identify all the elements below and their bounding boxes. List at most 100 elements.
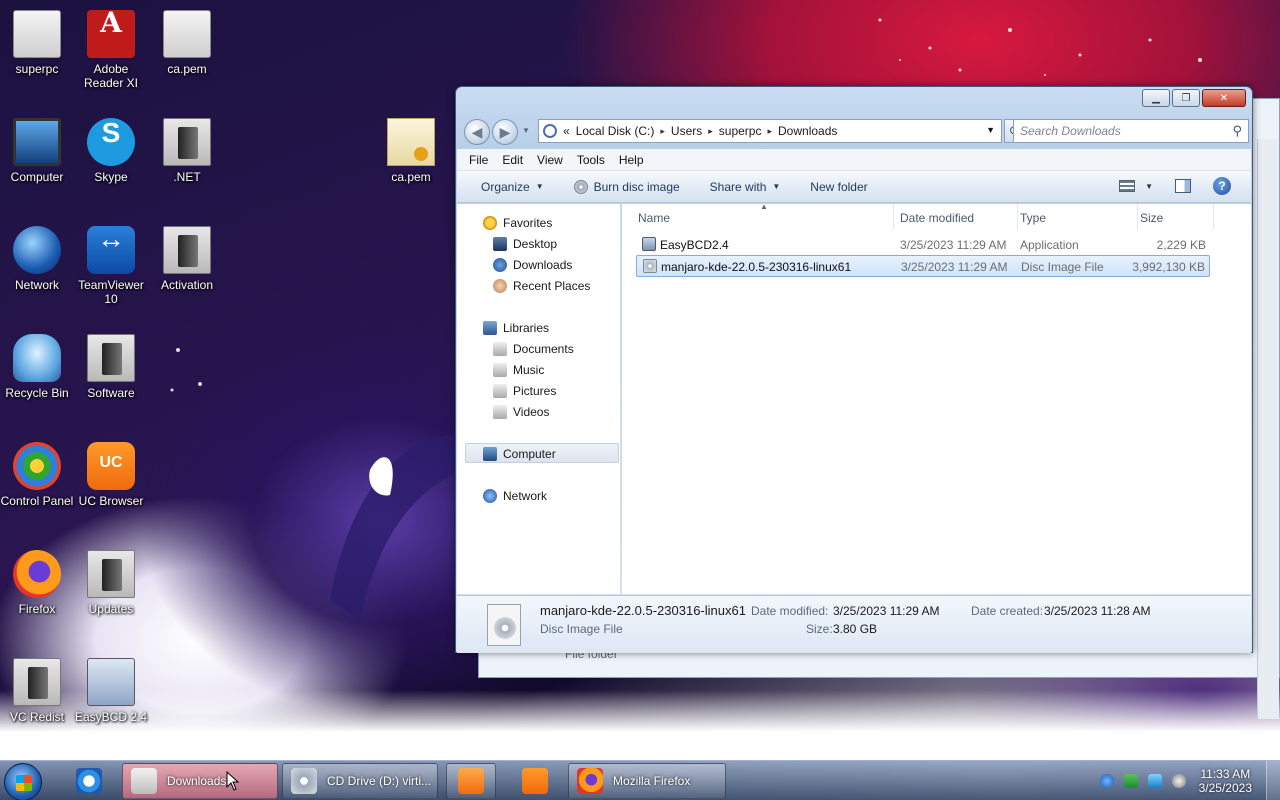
network-icon xyxy=(483,489,497,503)
menu-tools[interactable]: Tools xyxy=(577,153,605,167)
share-with-button[interactable]: Share with ▼ xyxy=(710,180,781,194)
forward-button[interactable]: ▶ xyxy=(492,119,518,145)
address-bar[interactable]: « Local Disk (C:) ▸ Users ▸ superpc ▸ Do… xyxy=(538,119,1002,143)
minimize-button[interactable]: ▁ xyxy=(1142,89,1170,107)
help-icon[interactable]: ? xyxy=(1213,177,1231,195)
nav-item-desktop[interactable]: Desktop xyxy=(493,235,557,253)
recent-places-icon xyxy=(493,279,507,293)
preview-pane-icon[interactable] xyxy=(1175,179,1191,193)
desktop-icon-vc-redist[interactable]: VC Redist xyxy=(0,658,74,724)
search-input[interactable]: Search Downloads ⚲ xyxy=(1013,119,1249,143)
desktop-icon-uc-browser[interactable]: UC Browser xyxy=(74,442,148,508)
nav-item-recent-places[interactable]: Recent Places xyxy=(493,277,590,295)
change-view-button[interactable]: ▼ xyxy=(1119,180,1153,192)
folder-icon xyxy=(163,118,211,166)
address-dropdown-icon[interactable]: ▼ xyxy=(986,125,995,135)
address-overflow-chevron[interactable]: « xyxy=(563,124,570,138)
back-button[interactable]: ◀ xyxy=(464,119,490,145)
desktop-icon-computer[interactable]: Computer xyxy=(0,118,74,184)
action-center-flag-icon[interactable] xyxy=(1124,774,1138,788)
address-separator-icon[interactable]: ▸ xyxy=(660,126,665,137)
maximize-button[interactable]: ❐ xyxy=(1172,89,1200,107)
nav-item-label: Music xyxy=(513,363,545,377)
address-segment-downloads[interactable]: Downloads xyxy=(778,124,837,138)
tray-app-icon[interactable] xyxy=(1100,774,1114,788)
nav-network[interactable]: Network xyxy=(483,487,547,505)
taskbar-internet-explorer[interactable] xyxy=(66,763,112,799)
nav-item-videos[interactable]: Videos xyxy=(493,403,549,421)
volume-icon[interactable] xyxy=(1172,774,1186,788)
caption-buttons: ▁ ❐ ✕ xyxy=(1142,89,1246,109)
file-row[interactable]: manjaro-kde-22.0.5-230316-linux61 3/25/2… xyxy=(636,255,1210,277)
column-header-date[interactable]: Date modified xyxy=(900,204,1018,230)
column-header-size[interactable]: Size xyxy=(1140,204,1214,230)
desktop-icon-dotnet[interactable]: .NET xyxy=(150,118,224,184)
navigation-bar: ◀ ▶ ▼ « Local Disk (C:) ▸ Users ▸ superp… xyxy=(462,117,1249,145)
desktop-icon-easybcd[interactable]: EasyBCD 2.4 xyxy=(74,658,148,724)
close-button[interactable]: ✕ xyxy=(1202,89,1246,107)
nav-item-music[interactable]: Music xyxy=(493,361,544,379)
taskbar-media-player[interactable] xyxy=(446,763,496,799)
desktop-icon-teamviewer[interactable]: TeamViewer 10 xyxy=(74,226,148,306)
taskbar-downloads[interactable]: Downloads xyxy=(122,763,278,799)
desktop-icon-superpc[interactable]: superpc xyxy=(0,10,74,76)
show-desktop-button[interactable] xyxy=(1266,761,1280,800)
recent-pages-dropdown-icon[interactable]: ▼ xyxy=(522,126,530,135)
network-status-icon[interactable] xyxy=(1148,774,1162,788)
desktop-icon-control-panel[interactable]: Control Panel xyxy=(0,442,74,508)
nav-favorites[interactable]: Favorites xyxy=(483,214,552,232)
chevron-down-icon: ▼ xyxy=(535,182,544,191)
nav-item-downloads[interactable]: Downloads xyxy=(493,256,572,274)
nav-libraries[interactable]: Libraries xyxy=(483,319,549,337)
desktop-icon-firefox[interactable]: Firefox xyxy=(0,550,74,616)
desktop-icon-activation[interactable]: Activation xyxy=(150,226,224,292)
column-header-name[interactable]: Name xyxy=(638,204,894,230)
nav-item-pictures[interactable]: Pictures xyxy=(493,382,556,400)
folder-icon xyxy=(87,550,135,598)
burn-disc-image-button[interactable]: Burn disc image xyxy=(573,179,680,194)
column-header-type-label: Type xyxy=(1020,211,1047,225)
nav-item-label: Documents xyxy=(513,342,574,356)
desktop-icon-ca-pem-cert[interactable]: ca.pem xyxy=(374,118,448,184)
desktop-icon-network[interactable]: Network xyxy=(0,226,74,292)
star-icon xyxy=(483,216,497,230)
desktop-icon-label: .NET xyxy=(173,170,201,184)
address-separator-icon[interactable]: ▸ xyxy=(767,126,772,137)
music-icon xyxy=(493,363,507,377)
desktop-icon-label: Recycle Bin xyxy=(5,386,69,400)
background-window-scrollbar[interactable] xyxy=(1257,139,1279,719)
certificate-icon xyxy=(387,118,435,166)
address-segment-local-disk[interactable]: Local Disk (C:) xyxy=(576,124,655,138)
address-segment-users[interactable]: Users xyxy=(671,124,702,138)
burn-disc-image-label: Burn disc image xyxy=(593,179,680,194)
chevron-down-icon: ▼ xyxy=(1145,181,1153,191)
taskbar-uc-browser[interactable] xyxy=(510,763,560,799)
desktop-icon-updates[interactable]: Updates xyxy=(74,550,148,616)
address-segment-superpc[interactable]: superpc xyxy=(719,124,762,138)
file-icon xyxy=(163,10,211,58)
details-file-type: Disc Image File xyxy=(540,622,623,636)
file-date: 3/25/2023 11:29 AM xyxy=(901,260,1008,274)
desktop-icon-ca-pem[interactable]: ca.pem xyxy=(150,10,224,76)
nav-computer[interactable]: Computer xyxy=(483,445,556,463)
file-row[interactable]: EasyBCD2.4 3/25/2023 11:29 AM Applicatio… xyxy=(636,234,1210,256)
explorer-window[interactable]: ▁ ❐ ✕ ◀ ▶ ▼ « Local Disk (C:) ▸ Users ▸ … xyxy=(455,86,1253,653)
start-button[interactable] xyxy=(4,763,42,800)
menu-view[interactable]: View xyxy=(537,153,563,167)
desktop-icon-recycle-bin[interactable]: Recycle Bin xyxy=(0,334,74,400)
menu-file[interactable]: File xyxy=(469,153,488,167)
organize-button[interactable]: Organize ▼ xyxy=(481,180,544,194)
column-header-type[interactable]: Type xyxy=(1020,204,1138,230)
taskbar-cd-drive[interactable]: CD Drive (D:) virti... xyxy=(282,763,438,799)
desktop-icon-skype[interactable]: Skype xyxy=(74,118,148,184)
system-clock[interactable]: 11:33 AM 3/25/2023 xyxy=(1199,767,1252,795)
desktop-icon-software[interactable]: Software xyxy=(74,334,148,400)
nav-item-documents[interactable]: Documents xyxy=(493,340,574,358)
search-icon[interactable]: ⚲ xyxy=(1232,123,1242,139)
address-separator-icon[interactable]: ▸ xyxy=(708,126,713,137)
new-folder-button[interactable]: New folder xyxy=(810,180,867,194)
menu-edit[interactable]: Edit xyxy=(502,153,523,167)
taskbar-firefox[interactable]: Mozilla Firefox xyxy=(568,763,726,799)
desktop-icon-adobe-reader[interactable]: Adobe Reader XI xyxy=(74,10,148,90)
menu-help[interactable]: Help xyxy=(619,153,644,167)
